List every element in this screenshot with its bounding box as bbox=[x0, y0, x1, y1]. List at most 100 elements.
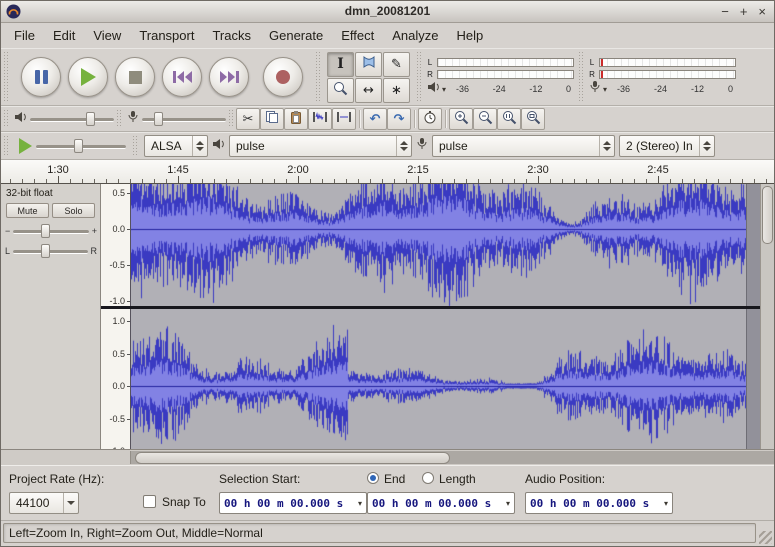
input-slider-grip[interactable] bbox=[115, 110, 123, 128]
dropdown-icon[interactable] bbox=[63, 493, 78, 513]
ruler-tick bbox=[127, 193, 130, 194]
transport-toolbar-grip[interactable] bbox=[2, 52, 10, 102]
redo-button[interactable]: ↷ bbox=[387, 108, 411, 130]
playback-meter-right-bar[interactable] bbox=[437, 70, 574, 79]
fit-selection-button[interactable] bbox=[497, 108, 521, 130]
paste-button[interactable] bbox=[284, 108, 308, 130]
playback-meter-left-bar[interactable] bbox=[437, 58, 574, 67]
recording-meter-left-bar[interactable] bbox=[599, 58, 736, 67]
horizontal-scrollbar-thumb[interactable] bbox=[135, 452, 450, 464]
menu-item-edit[interactable]: Edit bbox=[44, 25, 84, 46]
close-button[interactable]: × bbox=[758, 3, 766, 20]
dropdown-icon[interactable]: ▾ bbox=[664, 499, 668, 508]
end-radio[interactable] bbox=[367, 472, 379, 484]
device-toolbar-grip[interactable] bbox=[131, 136, 139, 156]
output-device-select[interactable]: pulse bbox=[229, 135, 412, 157]
envelope-tool-button[interactable] bbox=[355, 52, 382, 77]
pan-thumb[interactable] bbox=[41, 244, 50, 258]
dropdown-icon[interactable]: ▾ bbox=[358, 499, 362, 508]
recording-meter[interactable]: L R ▾ -36-24-120 bbox=[586, 55, 738, 99]
input-channels-select[interactable]: 2 (Stereo) In bbox=[619, 135, 715, 157]
dropdown-icon[interactable]: ▾ bbox=[506, 499, 510, 508]
menu-item-view[interactable]: View bbox=[84, 25, 130, 46]
meter-dropdown-icon[interactable]: ▾ bbox=[603, 85, 607, 94]
meter-right-label: R bbox=[588, 70, 596, 79]
trim-button[interactable] bbox=[308, 108, 332, 130]
input-device-select[interactable]: pulse bbox=[432, 135, 615, 157]
menu-item-file[interactable]: File bbox=[5, 25, 44, 46]
copy-button[interactable] bbox=[260, 108, 284, 130]
selection-start-field[interactable]: 00 h 00 m 00.000 s ▾ bbox=[219, 492, 367, 514]
multi-tool-button[interactable]: ∗ bbox=[383, 78, 410, 103]
spinner-icons[interactable] bbox=[699, 136, 714, 156]
mute-button[interactable]: Mute bbox=[6, 203, 49, 218]
selection-tool-button[interactable]: I bbox=[327, 52, 354, 77]
recording-meter-right-bar[interactable] bbox=[599, 70, 736, 79]
audio-position-field[interactable]: 00 h 00 m 00.000 s ▾ bbox=[525, 492, 673, 514]
zoom-in-button[interactable] bbox=[449, 108, 473, 130]
zoom-tool-button[interactable] bbox=[327, 78, 354, 103]
meter-dropdown-icon[interactable]: ▾ bbox=[442, 85, 446, 94]
play-at-speed-icon[interactable] bbox=[19, 138, 32, 154]
selection-end-field[interactable]: 00 h 00 m 00.000 s ▾ bbox=[367, 492, 515, 514]
titlebar[interactable]: dmn_20081201 − + × bbox=[1, 1, 774, 23]
timeline[interactable]: 1:301:452:002:152:302:45 bbox=[1, 160, 774, 184]
waveform-canvas[interactable] bbox=[131, 184, 746, 449]
maximize-button[interactable]: + bbox=[740, 3, 748, 20]
ruler-tick bbox=[127, 265, 130, 266]
tools-toolbar-grip[interactable] bbox=[314, 52, 322, 102]
input-volume-thumb[interactable] bbox=[154, 112, 163, 126]
timeshift-tool-button[interactable]: ↔ bbox=[355, 78, 382, 103]
recording-meter-grip[interactable] bbox=[577, 52, 585, 102]
output-volume-slider[interactable] bbox=[30, 111, 114, 127]
draw-tool-button[interactable]: ✎ bbox=[383, 52, 410, 77]
vertical-scrollbar-thumb[interactable] bbox=[762, 186, 773, 244]
edit-toolbar-grip[interactable] bbox=[227, 110, 235, 128]
gain-thumb[interactable] bbox=[41, 224, 50, 238]
spinner-icons[interactable] bbox=[396, 136, 411, 156]
menu-item-analyze[interactable]: Analyze bbox=[383, 25, 447, 46]
audio-host-select[interactable]: ALSA bbox=[144, 135, 208, 157]
transcription-toolbar-grip[interactable] bbox=[2, 136, 10, 156]
play-speed-thumb[interactable] bbox=[74, 139, 83, 153]
snap-to-checkbox[interactable] bbox=[143, 495, 156, 508]
length-radio[interactable] bbox=[422, 472, 434, 484]
play-speed-slider[interactable] bbox=[36, 138, 126, 154]
spinner-icons[interactable] bbox=[599, 136, 614, 156]
zoom-out-button[interactable] bbox=[473, 108, 497, 130]
menu-item-effect[interactable]: Effect bbox=[332, 25, 383, 46]
pan-slider[interactable] bbox=[13, 243, 87, 259]
output-volume-thumb[interactable] bbox=[86, 112, 95, 126]
gain-slider[interactable] bbox=[13, 223, 88, 239]
spinner-icons[interactable] bbox=[192, 136, 207, 156]
project-rate-select[interactable]: 44100 bbox=[9, 492, 79, 514]
vertical-ruler[interactable]: 0.50.0-0.5-1.01.00.50.0-0.5-1.0 bbox=[101, 184, 131, 449]
playback-meter[interactable]: L R ▾ -36-24-120 bbox=[424, 55, 576, 99]
track-control-panel[interactable]: 32-bit float Mute Solo − + L R bbox=[1, 184, 101, 449]
record-icon bbox=[276, 70, 290, 84]
playback-meter-grip[interactable] bbox=[415, 52, 423, 102]
minimize-button[interactable]: − bbox=[721, 3, 729, 20]
stop-button[interactable] bbox=[115, 57, 155, 97]
input-volume-slider[interactable] bbox=[142, 111, 226, 127]
play-button[interactable] bbox=[68, 57, 108, 97]
menu-item-tracks[interactable]: Tracks bbox=[203, 25, 260, 46]
resize-grip[interactable] bbox=[759, 531, 772, 544]
undo-button[interactable]: ↶ bbox=[363, 108, 387, 130]
record-button[interactable] bbox=[263, 57, 303, 97]
status-message: Left=Zoom In, Right=Zoom Out, Middle=Nor… bbox=[9, 526, 263, 540]
vertical-scrollbar[interactable] bbox=[760, 184, 774, 449]
skip-to-start-button[interactable] bbox=[162, 57, 202, 97]
timer-button[interactable] bbox=[418, 108, 442, 130]
menu-item-transport[interactable]: Transport bbox=[130, 25, 203, 46]
cut-button[interactable]: ✂ bbox=[236, 108, 260, 130]
mixer-toolbar-grip[interactable] bbox=[2, 110, 10, 128]
fit-project-button[interactable] bbox=[521, 108, 545, 130]
horizontal-scrollbar[interactable] bbox=[130, 451, 774, 464]
silence-button[interactable] bbox=[332, 108, 356, 130]
menu-item-generate[interactable]: Generate bbox=[260, 25, 332, 46]
pause-button[interactable] bbox=[21, 57, 61, 97]
solo-button[interactable]: Solo bbox=[52, 203, 95, 218]
menu-item-help[interactable]: Help bbox=[447, 25, 492, 46]
skip-to-end-button[interactable] bbox=[209, 57, 249, 97]
